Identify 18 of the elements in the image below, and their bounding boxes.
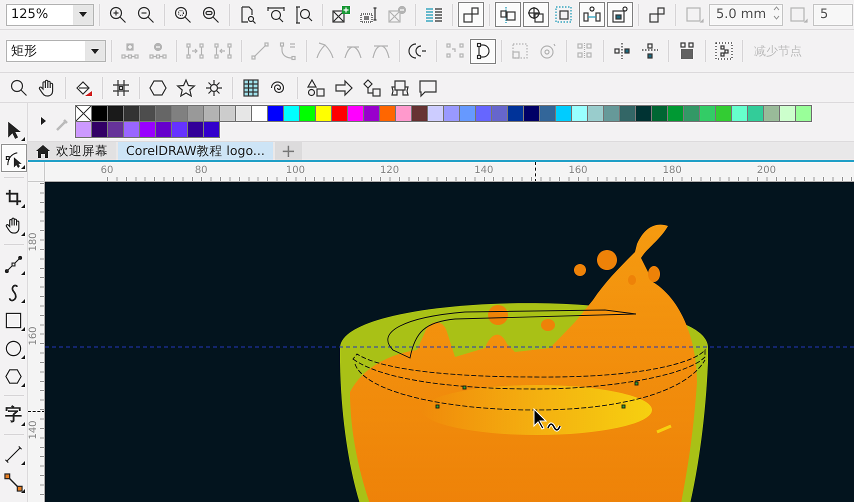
ruler-label: 140	[474, 165, 494, 176]
ruler-label: 100	[286, 165, 305, 176]
ruler-label: 140	[28, 420, 40, 440]
text-tool-button[interactable]: 字	[0, 401, 26, 429]
ruler-label: 120	[380, 165, 400, 176]
dropdown[interactable]: 125%	[6, 4, 94, 26]
document-tab[interactable]: CorelDRAW教程 logo...	[118, 142, 273, 160]
ruler-label: 80	[194, 165, 208, 176]
ruler-label: 160	[28, 326, 40, 346]
ruler-label: 180	[28, 232, 40, 252]
ruler-label: 200	[756, 165, 776, 176]
ruler-label: 60	[100, 165, 114, 176]
size-field[interactable]: 5.0 mm	[709, 4, 783, 26]
ruler-label: 180	[662, 165, 682, 176]
home-tab[interactable]: 欢迎屏幕	[28, 142, 116, 160]
size-field[interactable]: 5	[813, 4, 853, 26]
ruler-label: 160	[568, 165, 588, 176]
dropdown[interactable]: 矩形	[6, 40, 106, 62]
